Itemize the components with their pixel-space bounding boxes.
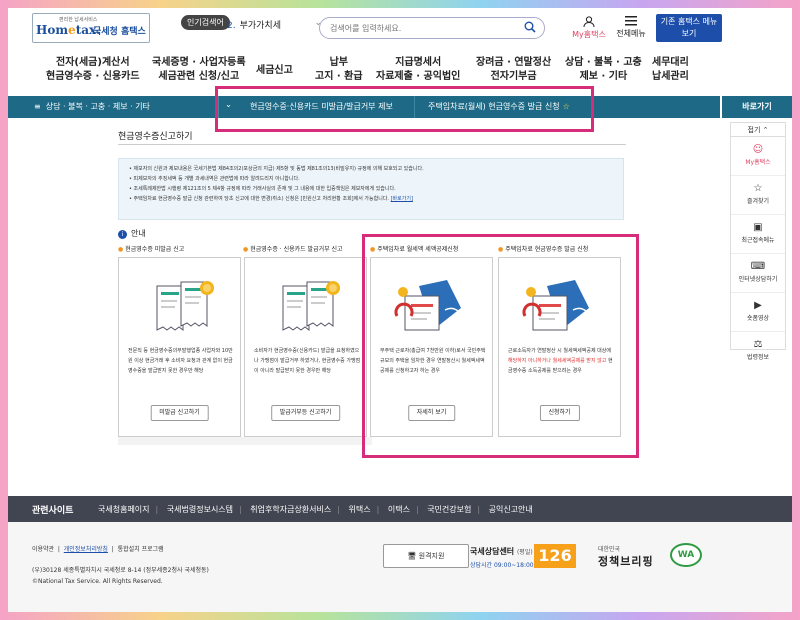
shortcut-link[interactable]: [바로가기]	[391, 196, 413, 202]
quick-law[interactable]: ⚖ 법령정보	[731, 332, 785, 371]
info-icon: i	[118, 230, 127, 239]
nav-incentives[interactable]: 장려금 · 연말정산 전자기부금	[476, 56, 551, 84]
nav-consultation[interactable]: 상담 · 불복 · 고충 제보 · 기타	[565, 56, 642, 84]
notice-item: • 조세특례제한법 시행령 제121조의 5 제4항 규정에 따라 거래사실의 …	[129, 186, 396, 192]
footer-link[interactable]: 취업후학자금상환서비스	[250, 505, 331, 514]
footer-link[interactable]: 국세청홈페이지	[98, 505, 150, 514]
card-label-refusal: ● 현금영수증 · 신용카드 발급거부 신고	[243, 246, 343, 253]
quick-favorites[interactable]: ☆ 즐겨찾기	[731, 176, 785, 215]
recent-menu-icon: ▣	[753, 222, 763, 233]
install-program-link[interactable]: 통합설치 프로그램	[118, 546, 164, 553]
receipt-illustration-icon	[156, 281, 214, 331]
page-title: 현금영수증신고하기	[118, 132, 193, 142]
user-icon: ☺	[752, 144, 764, 155]
card-shadow	[118, 437, 372, 445]
notice-box: • 제보자의 신원과 제보내용은 국세기본법 제84조의2(포상금의 지급) 제…	[118, 158, 624, 220]
footer-policy-links: 이용약관 | 개인정보처리방침 | 통합설치 프로그램	[32, 546, 164, 553]
popular-search-badge: 인기검색어	[181, 15, 230, 30]
popular-rank: 2.	[227, 21, 236, 31]
notice-item: • 피제보자의 추징세액 등 개별 과세내역은 관련법에 따라 알려드리지 아니…	[129, 176, 300, 182]
nav-tax-return[interactable]: 세금신고	[256, 64, 293, 78]
privacy-link[interactable]: 개인정보처리방침	[64, 546, 108, 553]
footer-link[interactable]: 국민건강보험	[427, 505, 471, 514]
laptop-icon: ⌨	[750, 261, 766, 272]
web-accessibility-mark: WA	[670, 543, 702, 567]
play-icon: ▶	[754, 300, 762, 311]
quick-online-consult[interactable]: ⌨ 인터넷상담하기	[731, 254, 785, 293]
card-refusal: 소비자가 현금영수증(신용카드) 발급을 요청하였으나 가맹점이 발급거부 하였…	[244, 257, 367, 437]
breadcrumb-home[interactable]: ≡ 상담 · 불복 · 고충 · 제보 · 기타	[34, 101, 150, 112]
card-description: 전문직 등 현금영수증의무발행업종 사업자와 10만원 이상 현금거래 후 소비…	[128, 348, 233, 374]
related-sites-bar: 관련사이트 국세청홈페이지 | 국세법령정보시스템 | 취업후학자금상환서비스 | 위…	[8, 496, 792, 522]
terms-link[interactable]: 이용약관	[32, 546, 54, 553]
quick-shortform[interactable]: ▶ 숏폼영상	[731, 293, 785, 332]
nav-certificates[interactable]: 국세증명 · 사업자등록 세금관련 신청/신고	[152, 56, 246, 84]
nav-tax-agent[interactable]: 세무대리 납세관리	[652, 56, 689, 84]
card-label-unissued: ● 현금영수증 미발급 신고	[118, 246, 185, 253]
card-unissued: 전문직 등 현금영수증의무발행업종 사업자와 10만원 이상 현금거래 후 소비…	[118, 257, 241, 437]
notice-item: • 주택임차료 현금영수증 발급 신청 관련하여 당초 신고에 대한 변경(취소…	[129, 196, 413, 202]
star-icon: ☆	[753, 183, 763, 194]
refusal-report-button[interactable]: 발급거부등 신고하기	[270, 405, 341, 421]
nav-payment[interactable]: 납부 고지 · 환급	[315, 56, 363, 84]
highlight-box-breadcrumb	[215, 86, 594, 132]
call-center-number: 126	[534, 544, 576, 568]
search-input[interactable]	[330, 21, 510, 35]
quick-menu-title: 바로가기	[722, 96, 792, 118]
hometax-logo[interactable]: 편리한 납세서비스 Hometax. 국세청 홈택스	[32, 13, 150, 43]
user-icon	[583, 16, 595, 28]
guide-heading: i 안내	[118, 228, 146, 239]
hamburger-icon	[625, 16, 637, 26]
receipt-illustration-icon	[282, 281, 340, 331]
call-center-title: 국세상담센터 (평일)	[470, 547, 533, 556]
footer-link[interactable]: 위택스	[349, 505, 371, 514]
popular-term: 부가가치세	[239, 21, 281, 31]
title-divider	[118, 144, 626, 145]
call-center-hours: 상담시간 09:00~18:00	[470, 562, 534, 569]
quick-menu-panel: 접기 ⌃ ☺ My홈택스 ☆ 즐겨찾기 ▣ 최근접속메뉴 ⌨ 인터넷상담하기 ▶ 숏폼영상…	[730, 122, 786, 361]
footer-link[interactable]: 국세법령정보시스템	[167, 505, 233, 514]
quick-recent[interactable]: ▣ 최근접속메뉴	[731, 215, 785, 254]
my-hometax-button[interactable]: My홈택스	[568, 16, 610, 40]
gavel-icon: ⚖	[753, 339, 763, 350]
all-menu-button[interactable]: 전체메뉴	[613, 16, 649, 39]
logo-tagline: 편리한 납세서비스	[59, 17, 98, 23]
notice-item: • 제보자의 신원과 제보내용은 국세기본법 제84조의2(포상금의 지급) 제…	[129, 166, 424, 172]
related-sites-links: 국세청홈페이지 | 국세법령정보시스템 | 취업후학자금상환서비스 | 위택스 | 이택…	[98, 505, 533, 514]
nav-payment-statement[interactable]: 지급명세서 자료제출 · 공익법인	[376, 56, 460, 84]
all-menu-label: 전체메뉴	[616, 29, 646, 38]
top-header: 편리한 납세서비스 Hometax. 국세청 홈택스 인기검색어 2. 부가가치세…	[8, 8, 792, 50]
popular-search-select[interactable]: 2. 부가가치세 ⌄	[227, 18, 322, 31]
logo-text: 국세청 홈택스	[93, 27, 146, 37]
hometax-window: 편리한 납세서비스 Hometax. 국세청 홈택스 인기검색어 2. 부가가치세…	[8, 8, 792, 612]
footer-link[interactable]: 공익신고안내	[489, 505, 533, 514]
logo-mark: Hometax.	[36, 23, 101, 37]
footer-address: (우)30128 세종특별자치시 국세청로 8-14 (정부세종2청사 국세청동…	[32, 567, 209, 585]
highlight-box-cards	[362, 234, 639, 458]
footer-link[interactable]: 이택스	[388, 505, 410, 514]
quick-my-hometax[interactable]: ☺ My홈택스	[731, 137, 785, 176]
search-box	[319, 17, 545, 39]
policy-briefing-logo[interactable]: 대한민국 정책브리핑	[598, 544, 654, 569]
nav-e-invoice[interactable]: 전자(세금)계산서 현금영수증 · 신용카드	[46, 56, 140, 84]
footer: 이용약관 | 개인정보처리방침 | 통합설치 프로그램 (우)30128 세종특…	[8, 522, 792, 612]
remote-support-button[interactable]: 🖥 원격지원	[383, 544, 469, 568]
quick-fold-button[interactable]: 접기 ⌃	[731, 123, 785, 137]
my-hometax-label: My홈택스	[572, 30, 606, 39]
remote-icon: 🖥	[407, 552, 417, 560]
unissued-report-button[interactable]: 미발급 신고하기	[150, 405, 209, 421]
search-icon[interactable]	[524, 21, 536, 33]
related-sites-heading: 관련사이트	[32, 506, 74, 516]
card-description: 소비자가 현금영수증(신용카드) 발급을 요청하였으나 가맹점이 발급거부 하였…	[254, 348, 361, 374]
old-hometax-button[interactable]: 기존 홈택스 메뉴 보기	[656, 14, 722, 42]
